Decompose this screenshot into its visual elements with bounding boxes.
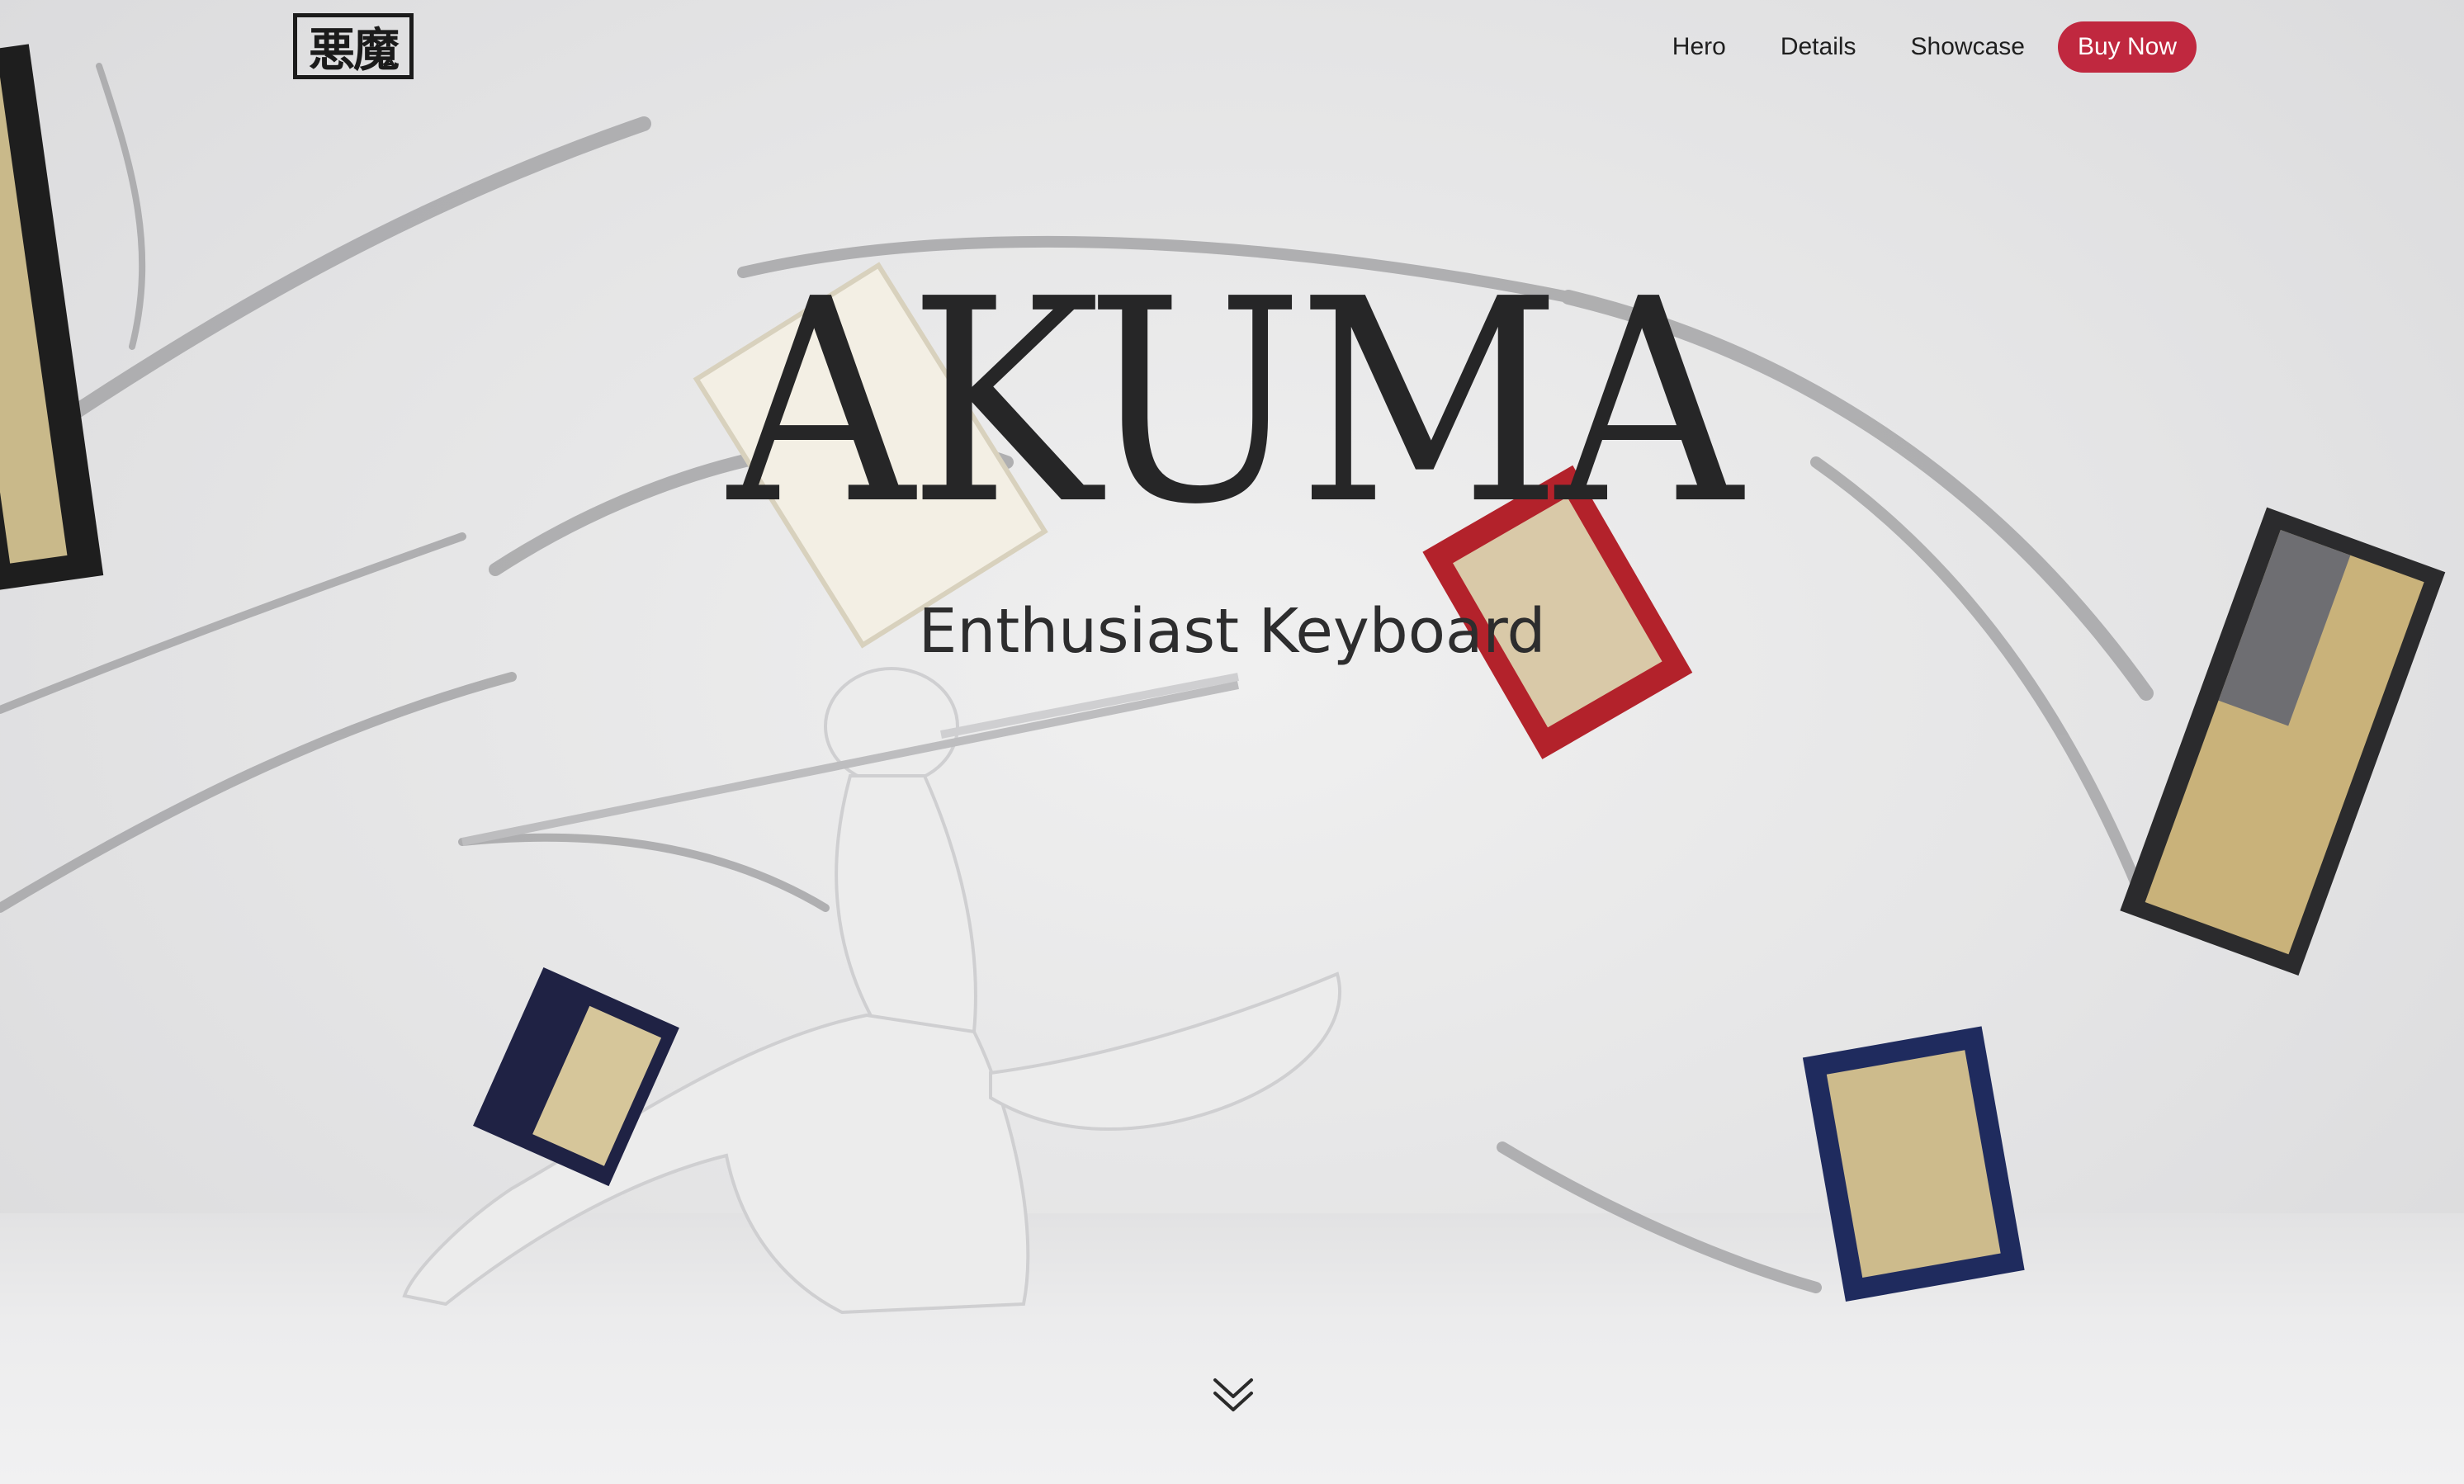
keyboard-black-left	[0, 44, 104, 592]
nav-link-details[interactable]: Details	[1781, 33, 1856, 61]
top-nav: Hero Details Showcase Buy Now	[1618, 21, 2197, 73]
hero-subtitle: Enthusiast Keyboard	[918, 596, 1546, 667]
nav-link-showcase[interactable]: Showcase	[1911, 33, 2025, 61]
keyboard-gold-right	[2120, 507, 2446, 976]
keyboard-navy-right	[1802, 1026, 2025, 1302]
double-chevron-down-icon[interactable]	[1210, 1372, 1256, 1418]
hero-title: AKUMA	[727, 239, 1743, 566]
buy-now-button[interactable]: Buy Now	[2057, 21, 2197, 73]
hero-illustration	[0, 44, 2446, 1315]
logo[interactable]: 悪魔	[293, 13, 414, 79]
nav-link-hero[interactable]: Hero	[1672, 33, 1726, 61]
